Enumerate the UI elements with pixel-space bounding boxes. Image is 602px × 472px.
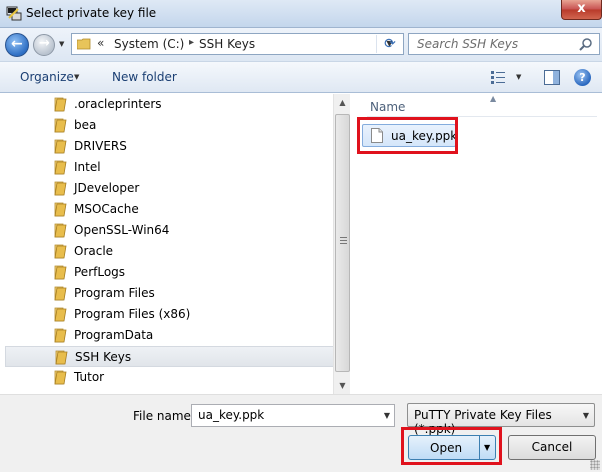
sort-ascending-icon: ▲ <box>490 94 497 103</box>
breadcrumb-overflow[interactable]: « <box>97 36 104 50</box>
title-bar: Select private key file x <box>0 0 602 28</box>
tree-item-label: OpenSSL-Win64 <box>74 223 170 237</box>
column-header-name[interactable]: Name <box>370 100 405 114</box>
help-button[interactable]: ? <box>574 69 591 86</box>
tree-item-label: Tutor <box>74 370 105 384</box>
tree-item-label: Intel <box>74 160 101 174</box>
tree-item-label: DRIVERS <box>74 139 127 153</box>
file-type-select[interactable]: PuTTY Private Key Files (*.ppk) ▼ <box>407 403 595 436</box>
tree-item-label: Program Files (x86) <box>74 307 191 321</box>
tree-item-label: PerfLogs <box>74 265 126 279</box>
arrow-left-icon: ← <box>11 36 23 52</box>
tree-item-label: Program Files <box>74 286 155 300</box>
tree-item-label: MSOCache <box>74 202 139 216</box>
tree-item-label: ProgramData <box>74 328 154 342</box>
tree-item[interactable]: DRIVERS <box>5 136 334 157</box>
tree-item-label: SSH Keys <box>75 350 132 364</box>
tree-item[interactable]: PerfLogs <box>5 262 334 283</box>
scroll-up-icon[interactable]: ▲ <box>334 94 351 111</box>
new-folder-button[interactable]: New folder <box>112 70 177 84</box>
address-bar[interactable]: « System (C:) ▸ SSH Keys ▼ <box>71 33 404 55</box>
tree-item-label: Oracle <box>74 244 114 258</box>
views-dropdown[interactable]: ▼ <box>516 73 521 81</box>
tree-item-label: .oracleprinters <box>74 97 162 111</box>
folder-icon <box>54 160 67 175</box>
folder-icon <box>54 328 67 343</box>
arrow-right-icon: → <box>39 36 50 51</box>
command-bar: Organize ▼ New folder ▼ ? <box>0 61 602 93</box>
search-icon <box>579 38 592 51</box>
tree-item-label: JDeveloper <box>74 181 140 195</box>
tree-item[interactable]: Program Files <box>5 283 334 304</box>
breadcrumb-system-c[interactable]: System (C:) <box>114 37 184 51</box>
search-input[interactable]: Search SSH Keys <box>408 33 600 55</box>
tree-item-label: bea <box>74 118 97 132</box>
tree-item[interactable]: Tutor <box>5 367 334 388</box>
forward-button[interactable]: → <box>33 34 55 56</box>
scroll-thumb[interactable] <box>335 114 350 372</box>
folder-icon <box>54 223 67 238</box>
putty-icon <box>6 6 22 21</box>
tree-item[interactable]: bea <box>5 115 334 136</box>
chevron-down-icon[interactable]: ▼ <box>384 411 390 420</box>
dialog-footer: File name: ua_key.ppk ▼ PuTTY Private Ke… <box>0 394 602 472</box>
cancel-button[interactable]: Cancel <box>508 435 596 460</box>
window-title: Select private key file <box>26 6 157 20</box>
folder-icon <box>54 265 67 280</box>
annotation-highlight-open <box>401 427 502 465</box>
views-icon[interactable] <box>490 69 506 85</box>
chevron-down-icon: ▼ <box>582 411 589 420</box>
file-name-label: File name: <box>133 409 195 423</box>
resize-grip[interactable] <box>590 460 600 470</box>
folder-icon <box>54 307 67 322</box>
folder-icon <box>77 38 91 50</box>
tree-item[interactable]: OpenSSL-Win64 <box>5 220 334 241</box>
tree-item[interactable]: SSH Keys <box>5 346 334 367</box>
tree-scrollbar[interactable]: ▲ ▼ <box>333 94 350 394</box>
tree-item[interactable]: .oracleprinters <box>5 94 334 115</box>
folder-icon <box>54 118 67 133</box>
file-name-value: ua_key.ppk <box>198 408 265 422</box>
tree-item[interactable]: Oracle <box>5 241 334 262</box>
folder-icon <box>55 350 68 365</box>
folder-icon <box>54 286 67 301</box>
refresh-icon[interactable]: ⟳ <box>380 36 400 54</box>
annotation-highlight-file <box>357 117 458 154</box>
close-button[interactable]: x <box>561 0 602 20</box>
breadcrumb-separator[interactable]: ▸ <box>189 37 194 48</box>
tree-item[interactable]: Intel <box>5 157 334 178</box>
back-button[interactable]: ← <box>5 33 29 57</box>
search-placeholder: Search SSH Keys <box>417 37 519 51</box>
folder-icon <box>54 139 67 154</box>
chevron-down-icon: ▼ <box>74 73 80 81</box>
folder-icon <box>54 97 67 112</box>
tree-item[interactable]: ProgramData <box>5 325 334 346</box>
navigation-pane: .oracleprinters bea DRIVERS Intel JDeveloper… <box>0 94 334 394</box>
tree-item[interactable]: JDeveloper <box>5 178 334 199</box>
address-row: ← → ▼ « System (C:) ▸ SSH Keys ▼ ⟳ Searc… <box>0 28 602 61</box>
tree-item[interactable]: Program Files (x86) <box>5 304 334 325</box>
folder-icon <box>54 181 67 196</box>
breadcrumb-ssh-keys[interactable]: SSH Keys <box>199 37 255 51</box>
folder-icon <box>54 370 67 385</box>
preview-pane-button[interactable] <box>544 70 560 85</box>
folder-icon <box>54 244 67 259</box>
close-icon: x <box>577 1 586 16</box>
tree-item[interactable]: MSOCache <box>5 199 334 220</box>
file-name-field[interactable]: ua_key.ppk ▼ <box>191 404 395 427</box>
scroll-down-icon[interactable]: ▼ <box>334 377 351 394</box>
folder-icon <box>54 202 67 217</box>
organize-button[interactable]: Organize <box>20 70 74 84</box>
grip-icon <box>340 237 347 244</box>
recent-pages-dropdown[interactable]: ▼ <box>59 40 68 48</box>
